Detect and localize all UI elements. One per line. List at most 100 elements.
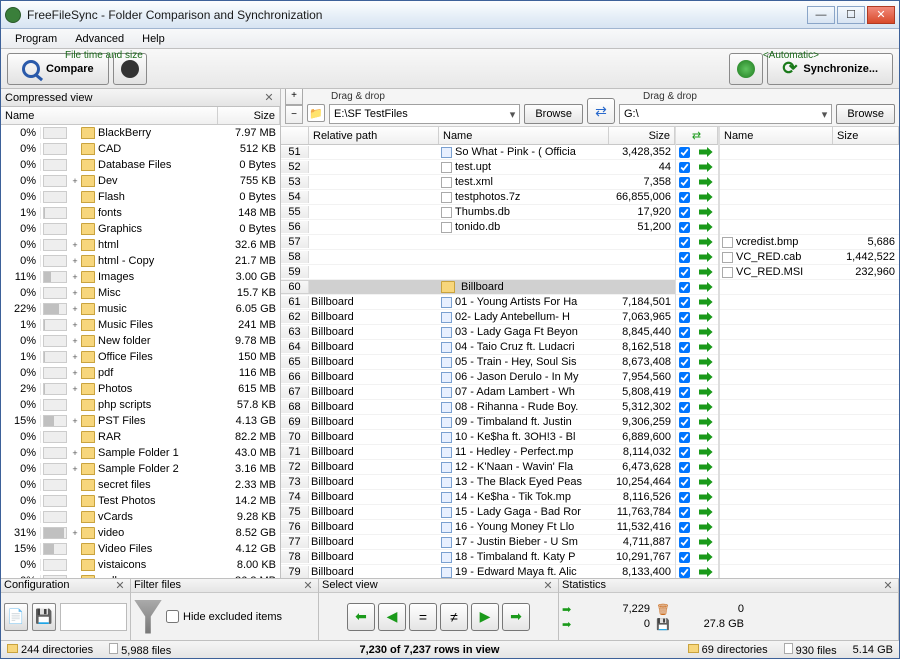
tree-row[interactable]: 0%Flash0 Bytes [1, 189, 280, 205]
right-grid-row[interactable] [720, 385, 899, 400]
tree-row[interactable]: 0%vCards9.28 KB [1, 509, 280, 525]
browse-left-button[interactable]: Browse [524, 104, 583, 124]
action-row[interactable] [676, 445, 718, 460]
right-grid-row[interactable] [720, 415, 899, 430]
grid-row[interactable]: 78Billboard18 - Timbaland ft. Katy P10,2… [281, 550, 675, 565]
action-row[interactable] [676, 175, 718, 190]
grid-row[interactable]: 60Billboard [281, 280, 675, 295]
action-row[interactable] [676, 550, 718, 565]
grid-row[interactable]: 56tonido.db51,200 [281, 220, 675, 235]
right-grid-row[interactable] [720, 565, 899, 578]
right-grid[interactable]: Name Size vcredist.bmp5,686VC_RED.cab1,4… [719, 127, 899, 578]
tree-row[interactable]: 0%+New folder9.78 MB [1, 333, 280, 349]
action-row[interactable] [676, 295, 718, 310]
rcol-size[interactable]: Size [833, 127, 899, 144]
view-different[interactable]: ≠ [440, 603, 468, 631]
grid-row[interactable]: 59 [281, 265, 675, 280]
right-grid-row[interactable] [720, 400, 899, 415]
tree-row[interactable]: 31%+video8.52 GB [1, 525, 280, 541]
right-path-input[interactable]: G:\▾ [619, 104, 832, 124]
action-row[interactable] [676, 355, 718, 370]
grid-row[interactable]: 69Billboard09 - Timbaland ft. Justin9,30… [281, 415, 675, 430]
tree-row[interactable]: 0%php scripts57.8 KB [1, 397, 280, 413]
action-row[interactable] [676, 190, 718, 205]
action-row[interactable] [676, 505, 718, 520]
col-filesize[interactable]: Size [609, 127, 675, 144]
action-row[interactable] [676, 400, 718, 415]
action-row[interactable] [676, 250, 718, 265]
view-equal[interactable]: = [409, 603, 437, 631]
grid-row[interactable]: 61Billboard01 - Young Artists For Ha7,18… [281, 295, 675, 310]
action-row[interactable] [676, 490, 718, 505]
action-row[interactable] [676, 145, 718, 160]
grid-row[interactable]: 52test.upt44 [281, 160, 675, 175]
tree-row[interactable]: 1%fonts148 MB [1, 205, 280, 221]
action-row[interactable] [676, 370, 718, 385]
action-row[interactable] [676, 310, 718, 325]
grid-row[interactable]: 79Billboard19 - Edward Maya ft. Alic8,13… [281, 565, 675, 578]
action-row[interactable] [676, 340, 718, 355]
action-row[interactable] [676, 385, 718, 400]
grid-row[interactable]: 53test.xml7,358 [281, 175, 675, 190]
right-grid-row[interactable]: VC_RED.cab1,442,522 [720, 250, 899, 265]
action-row[interactable] [676, 565, 718, 578]
action-row[interactable] [676, 520, 718, 535]
new-config-button[interactable]: 📄 [4, 603, 28, 631]
right-grid-row[interactable] [720, 550, 899, 565]
grid-row[interactable]: 72Billboard12 - K'Naan - Wavin' Fla6,473… [281, 460, 675, 475]
tree-row[interactable]: 2%+Photos615 MB [1, 381, 280, 397]
action-row[interactable] [676, 415, 718, 430]
menu-advanced[interactable]: Advanced [67, 31, 132, 47]
col-name[interactable]: Name [1, 107, 218, 124]
action-row[interactable] [676, 325, 718, 340]
right-grid-row[interactable] [720, 490, 899, 505]
tree-row[interactable]: 15%+PST Files4.13 GB [1, 413, 280, 429]
filter-settings-button[interactable] [134, 600, 162, 634]
tree-row[interactable]: 0%+Dev755 KB [1, 173, 280, 189]
action-row[interactable] [676, 535, 718, 550]
grid-row[interactable]: 62Billboard02- Lady Antebellum- H7,063,9… [281, 310, 675, 325]
col-relative-path[interactable]: Relative path [309, 127, 439, 144]
tree-row[interactable]: 11%+Images3.00 GB [1, 269, 280, 285]
right-grid-row[interactable] [720, 175, 899, 190]
right-grid-row[interactable]: vcredist.bmp5,686 [720, 235, 899, 250]
col-filename[interactable]: Name [439, 127, 609, 144]
select-close[interactable]: ✕ [541, 579, 555, 592]
grid-row[interactable]: 55Thumbs.db17,920 [281, 205, 675, 220]
close-button[interactable]: ✕ [867, 6, 895, 24]
tree-row[interactable]: 0%BlackBerry7.97 MB [1, 125, 280, 141]
tree-row[interactable]: 0%+pdf116 MB [1, 365, 280, 381]
grid-row[interactable]: 77Billboard17 - Justin Bieber - U Sm4,71… [281, 535, 675, 550]
folder-icon[interactable]: 📁 [307, 104, 325, 122]
view-left-newer[interactable]: ◀ [378, 603, 406, 631]
grid-row[interactable]: 51So What - Pink - ( Officia3,428,352 [281, 145, 675, 160]
action-header-icon[interactable]: ⇄ [676, 127, 718, 144]
tree-row[interactable]: 15%Video Files4.12 GB [1, 541, 280, 557]
tree-row[interactable]: 1%+Office Files150 MB [1, 349, 280, 365]
action-row[interactable] [676, 220, 718, 235]
folder-tree[interactable]: 0%BlackBerry7.97 MB0%CAD512 KB0%Database… [1, 125, 280, 578]
tree-row[interactable]: 0%+html32.6 MB [1, 237, 280, 253]
hide-excluded-checkbox[interactable]: Hide excluded items [166, 610, 282, 623]
filter-close[interactable]: ✕ [301, 579, 315, 592]
grid-row[interactable]: 64Billboard04 - Taio Cruz ft. Ludacri8,1… [281, 340, 675, 355]
tree-row[interactable]: 0%Database Files0 Bytes [1, 157, 280, 173]
left-grid[interactable]: Relative path Name Size 51So What - Pink… [281, 127, 675, 578]
left-path-input[interactable]: E:\SF TestFiles▾ [329, 104, 520, 124]
right-grid-row[interactable] [720, 160, 899, 175]
right-grid-row[interactable] [720, 325, 899, 340]
action-row[interactable] [676, 205, 718, 220]
right-grid-row[interactable] [720, 535, 899, 550]
minimize-button[interactable]: — [807, 6, 835, 24]
swap-sides-button[interactable]: ⇄ [587, 98, 615, 124]
view-right-newer[interactable]: ▶ [471, 603, 499, 631]
tree-row[interactable]: 0%+html - Copy21.7 MB [1, 253, 280, 269]
grid-row[interactable]: 57 [281, 235, 675, 250]
tree-row[interactable]: 0%RAR82.2 MB [1, 429, 280, 445]
right-grid-row[interactable] [720, 220, 899, 235]
config-close[interactable]: ✕ [113, 579, 127, 592]
col-size[interactable]: Size [218, 107, 280, 124]
action-row[interactable] [676, 265, 718, 280]
config-list[interactable] [60, 603, 127, 631]
sync-settings-button[interactable] [729, 53, 763, 85]
